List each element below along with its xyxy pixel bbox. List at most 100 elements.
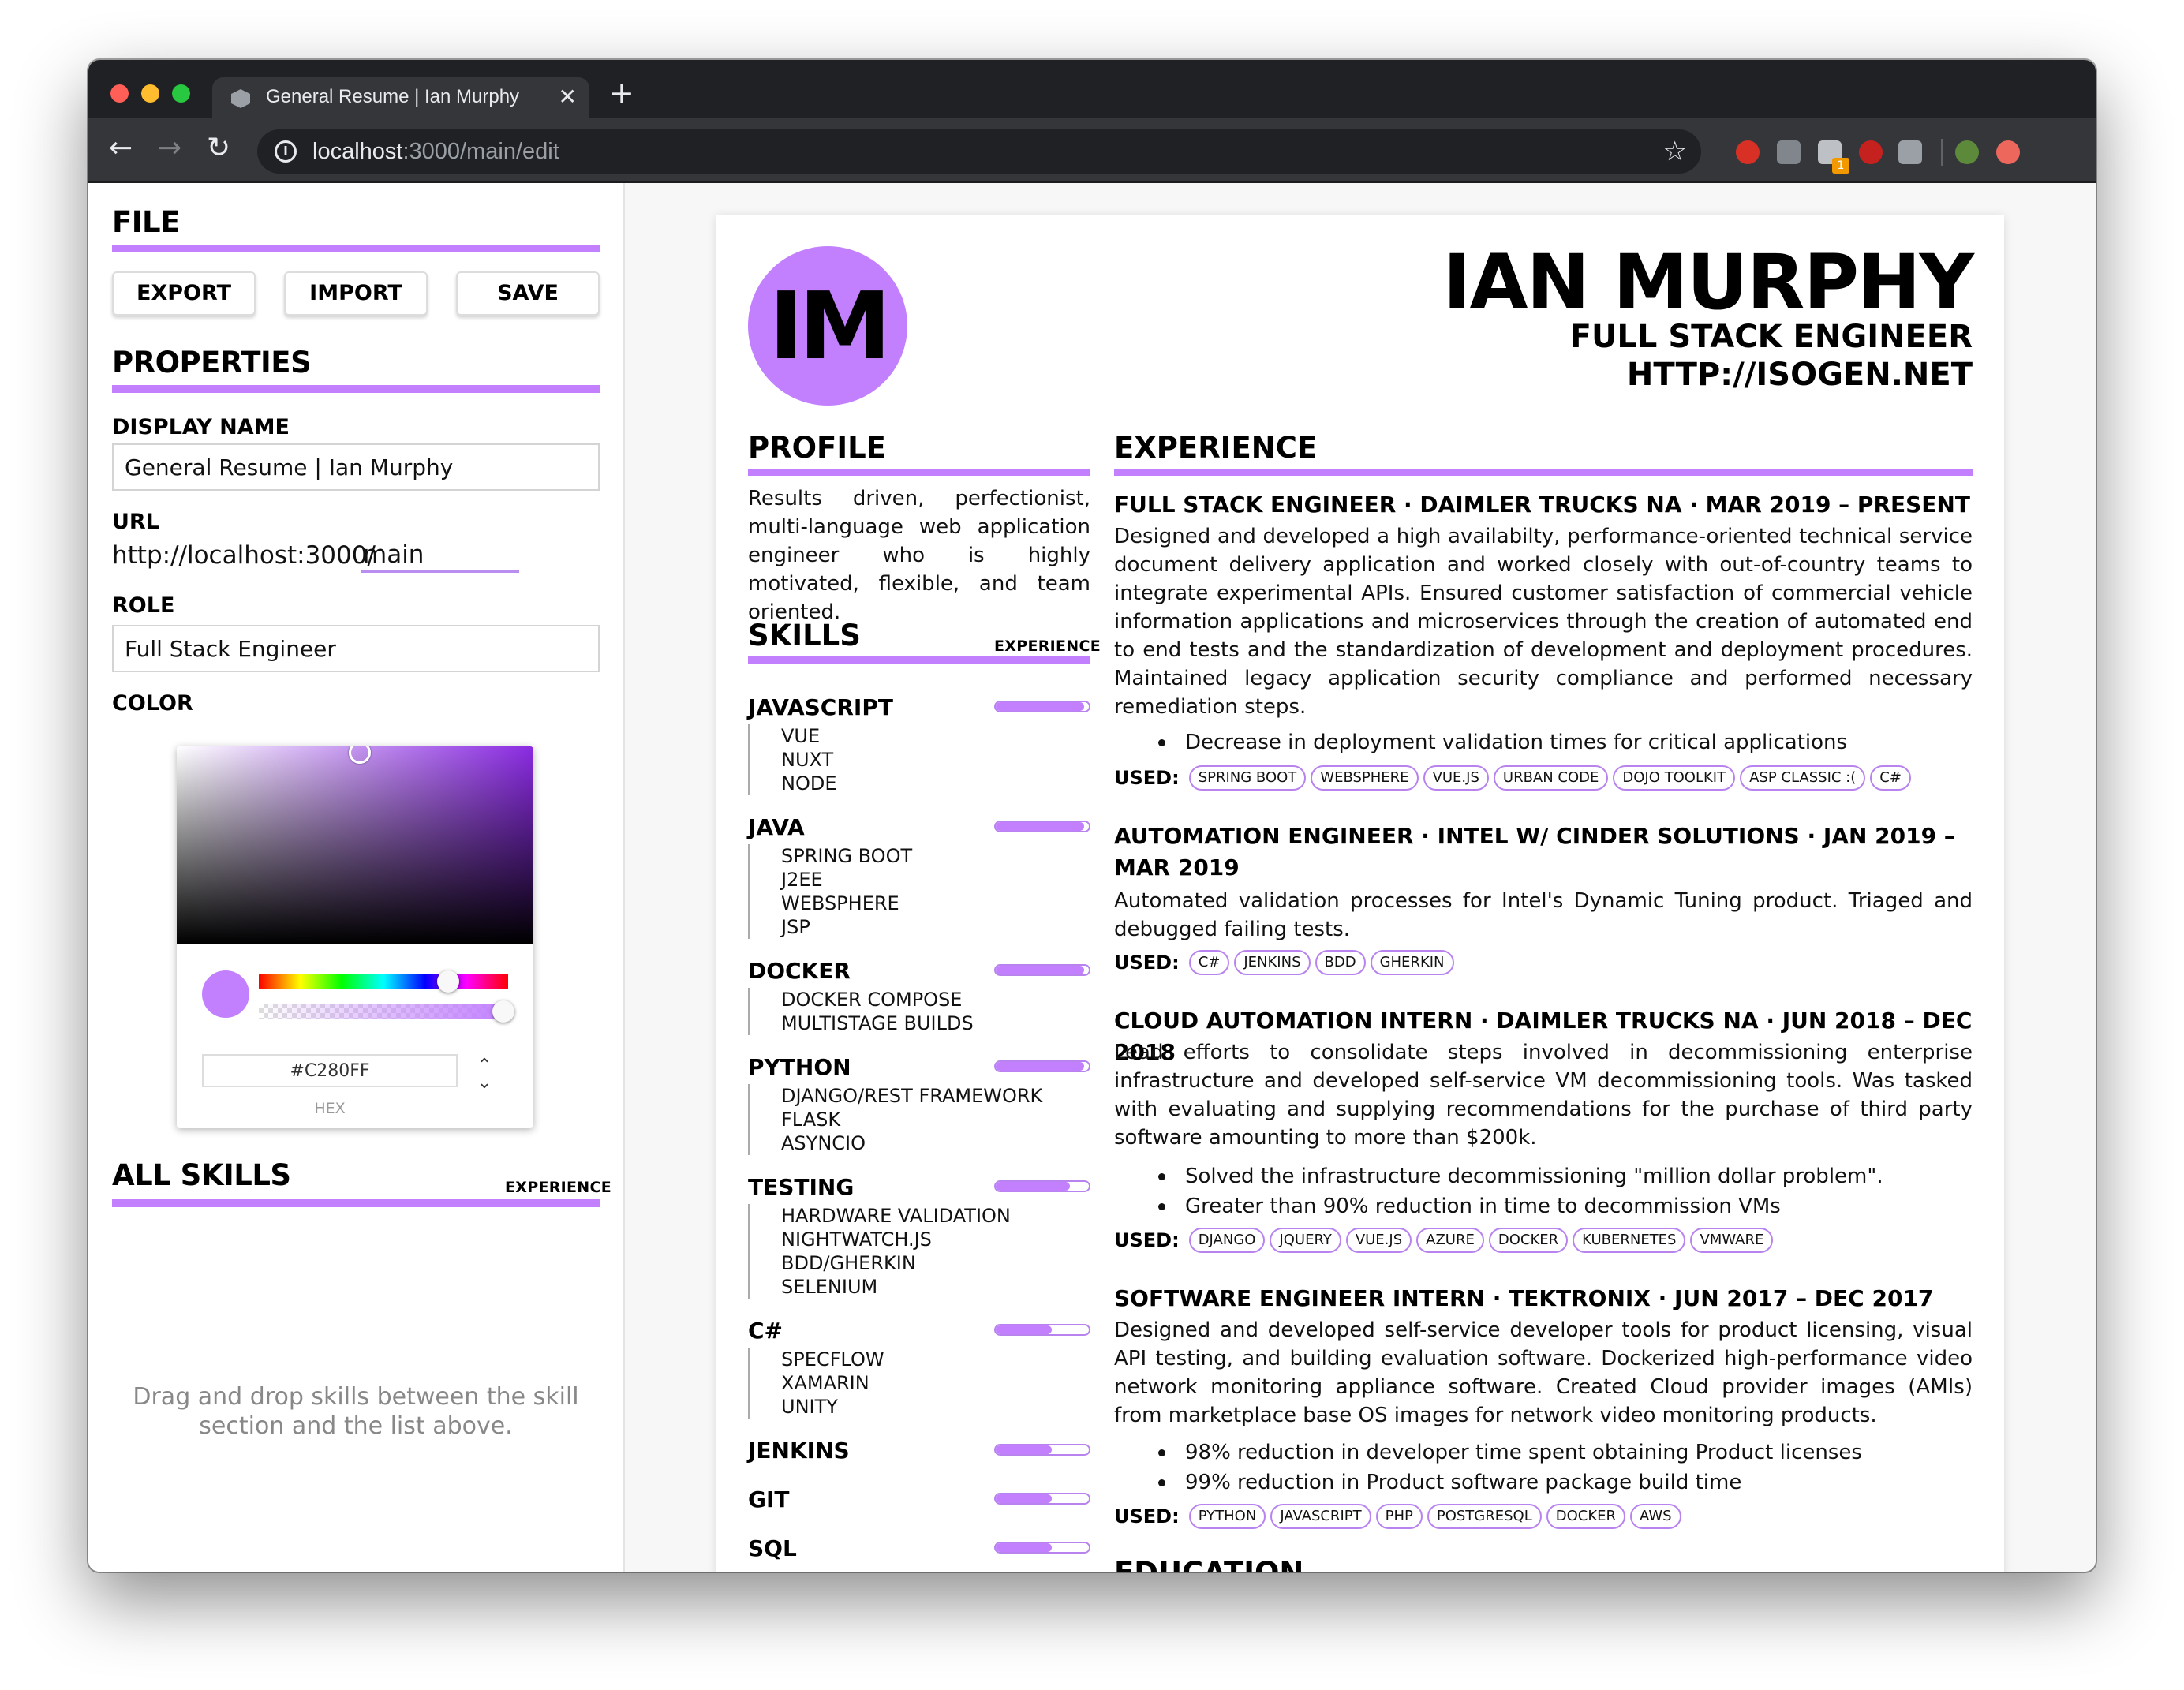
- bullet-item: 98% reduction in developer time spent ob…: [1158, 1438, 1971, 1468]
- url-prefix: http://localhost:3000/: [112, 541, 376, 570]
- sub-skill: XAMARIN: [781, 1372, 869, 1394]
- sub-skill: DOCKER COMPOSE: [781, 989, 963, 1011]
- skills-sublabel: EXPERIENCE: [994, 637, 1101, 655]
- tab-close-icon[interactable]: ✕: [559, 84, 577, 110]
- tech-tag: VUE.JS: [1345, 1228, 1412, 1253]
- sub-skill-list: SPRING BOOT J2EE WEBSPHERE JSP: [748, 844, 912, 939]
- bookmark-star-icon[interactable]: ☆: [1663, 136, 1687, 167]
- address-url[interactable]: localhost:3000/main/edit: [312, 139, 559, 165]
- job-title: SOFTWARE ENGINEER INTERN · TEKTRONIX · J…: [1114, 1285, 1934, 1311]
- sub-skill-list: DJANGO/REST FRAMEWORK FLASK ASYNCIO: [748, 1084, 1042, 1155]
- used-tags: USED: C# JENKINS BDD GHERKIN: [1114, 950, 1459, 975]
- job-title: FULL STACK ENGINEER · DAIMLER TRUCKS NA …: [1114, 492, 1970, 518]
- role-label: ROLE: [112, 593, 175, 618]
- extension-icon[interactable]: [1859, 140, 1883, 164]
- hue-slider[interactable]: [259, 970, 508, 993]
- forward-arrow-icon[interactable]: →: [158, 133, 181, 164]
- sub-skill: SELENIUM: [781, 1276, 878, 1298]
- tech-tag: ASP CLASSIC :(: [1740, 765, 1866, 791]
- sub-skill: NUXT: [781, 749, 834, 771]
- used-tags: USED: DJANGO JQUERY VUE.JS AZURE DOCKER …: [1114, 1228, 1778, 1253]
- update-icon[interactable]: [1996, 140, 2020, 164]
- extension-icon[interactable]: [1898, 140, 1922, 164]
- bullet-item: Decrease in deployment validation times …: [1158, 727, 1971, 757]
- format-toggle-icon[interactable]: ⌃ ⌄: [475, 1057, 494, 1092]
- heading-rule: [112, 385, 600, 393]
- import-button[interactable]: IMPORT: [284, 271, 428, 316]
- skill-level-bar: [994, 1324, 1090, 1336]
- sub-skill: BDD/GHERKIN: [781, 1252, 916, 1274]
- initials-avatar: IM: [748, 246, 907, 406]
- used-label: USED:: [1114, 952, 1180, 974]
- skill-level-bar: [994, 1180, 1090, 1192]
- sub-skill: HARDWARE VALIDATION: [781, 1205, 1011, 1227]
- heading-rule: [112, 1199, 600, 1207]
- back-arrow-icon[interactable]: ←: [109, 133, 133, 164]
- skill-level-fill: [996, 1325, 1052, 1334]
- tech-tag: PYTHON: [1188, 1504, 1266, 1529]
- saturation-cursor[interactable]: [349, 746, 371, 764]
- used-label: USED:: [1114, 1229, 1180, 1251]
- sub-skill-list: VUE NUXT NODE: [748, 724, 837, 795]
- extension-icon[interactable]: [1777, 140, 1801, 164]
- hue-slider-thumb[interactable]: [437, 970, 459, 993]
- saturation-area[interactable]: [177, 746, 533, 944]
- skill-name[interactable]: DOCKER: [748, 958, 851, 984]
- skill-level-bar: [994, 1542, 1090, 1554]
- profile-avatar-icon[interactable]: [1955, 140, 1979, 164]
- sub-skill: UNITY: [781, 1396, 838, 1418]
- tech-tag: JENKINS: [1234, 950, 1311, 975]
- sub-skill: SPECFLOW: [781, 1348, 884, 1370]
- job-description: Designed and developed a high availabilt…: [1114, 525, 1973, 719]
- skill-name[interactable]: TESTING: [748, 1174, 854, 1200]
- browser-tab[interactable]: General Resume | Ian Murphy ✕: [212, 77, 589, 118]
- browser-toolbar: ← → ↻ i localhost:3000/main/edit ☆ 1: [88, 118, 2096, 183]
- used-tags: USED: PYTHON JAVASCRIPT PHP POSTGRESQL D…: [1114, 1504, 1686, 1529]
- info-icon[interactable]: i: [275, 140, 297, 163]
- maximize-window-button[interactable]: [172, 84, 190, 103]
- cube-favicon-icon: [231, 89, 250, 108]
- browser-window: General Resume | Ian Murphy ✕ + ← → ↻ i …: [88, 60, 2096, 1572]
- reload-icon[interactable]: ↻: [207, 133, 230, 164]
- profile-heading: PROFILE: [748, 431, 886, 465]
- save-button[interactable]: SAVE: [456, 271, 600, 316]
- role-input[interactable]: [112, 625, 600, 672]
- address-bar[interactable]: i localhost:3000/main/edit ☆: [257, 129, 1701, 174]
- education-heading: EDUCATION: [1114, 1556, 1303, 1572]
- resume-role: FULL STACK ENGINEER: [1569, 319, 1973, 355]
- skill-name[interactable]: C#: [748, 1318, 783, 1344]
- skill-name[interactable]: JAVA: [748, 814, 805, 840]
- tech-tag: VUE.JS: [1423, 765, 1489, 791]
- tech-tag: GHERKIN: [1370, 950, 1454, 975]
- all-skills-sublabel: EXPERIENCE: [505, 1179, 612, 1196]
- job-title: AUTOMATION ENGINEER · INTEL W/ CINDER SO…: [1114, 823, 1955, 881]
- tech-tag: URBAN CODE: [1493, 765, 1609, 791]
- tech-tag: VMWARE: [1690, 1228, 1774, 1253]
- minimize-window-button[interactable]: [141, 84, 159, 103]
- used-label: USED:: [1114, 767, 1180, 789]
- tech-tag: JQUERY: [1270, 1228, 1341, 1253]
- skill-level-bar: [994, 1493, 1090, 1505]
- alpha-slider[interactable]: [259, 1000, 514, 1023]
- display-name-input[interactable]: [112, 443, 600, 491]
- alpha-slider-thumb[interactable]: [492, 1000, 514, 1023]
- skill-name[interactable]: PYTHON: [748, 1054, 851, 1080]
- new-tab-button[interactable]: +: [609, 77, 634, 109]
- hex-input[interactable]: [202, 1054, 458, 1087]
- skill-name[interactable]: JAVASCRIPT: [748, 694, 893, 720]
- job-bullets: 98% reduction in developer time spent ob…: [1158, 1438, 1971, 1497]
- tech-tag: BDD: [1315, 950, 1366, 975]
- close-window-button[interactable]: [110, 84, 129, 103]
- skill-name[interactable]: GIT: [748, 1486, 790, 1512]
- experience-heading: EXPERIENCE: [1114, 431, 1318, 465]
- skill-level-fill: [996, 1494, 1052, 1503]
- job-description: Automated validation processes for Intel…: [1114, 889, 1973, 941]
- skill-name[interactable]: SQL: [748, 1535, 797, 1561]
- skills-heading: SKILLS: [748, 619, 861, 652]
- sub-skill-list: HARDWARE VALIDATION NIGHTWATCH.JS BDD/GH…: [748, 1204, 1011, 1299]
- skill-name[interactable]: JENKINS: [748, 1438, 850, 1464]
- sub-skill-list: DOCKER COMPOSE MULTISTAGE BUILDS: [748, 988, 974, 1035]
- export-button[interactable]: EXPORT: [112, 271, 256, 316]
- url-slug-input[interactable]: [361, 538, 519, 573]
- extension-icon[interactable]: [1736, 140, 1760, 164]
